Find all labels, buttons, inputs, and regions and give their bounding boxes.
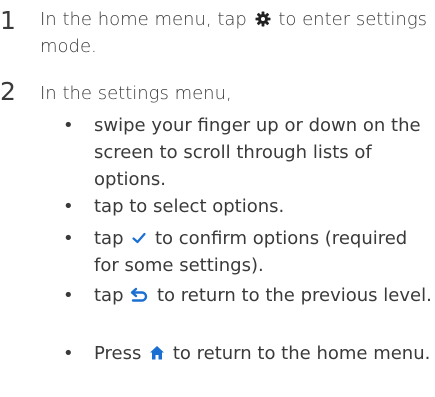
step-number: 2 [0, 77, 16, 106]
bullet-symbol: • [63, 115, 74, 136]
gear-icon [254, 10, 272, 28]
bullet-symbol: • [63, 196, 74, 217]
list-item: Press to return to the home menu. [94, 343, 431, 364]
back-arrow-icon [130, 286, 150, 304]
list-item: tap to confirm options (required for som… [94, 228, 408, 276]
bullet-symbol: • [63, 285, 74, 306]
step-1-text: In the home menu, tap to enter settings … [40, 9, 427, 57]
list-item: tap to return to the previous level. [94, 285, 432, 306]
step-2-intro: In the settings menu, [40, 83, 232, 104]
checkmark-icon [130, 229, 148, 247]
bullet-symbol: • [63, 228, 74, 249]
list-item: tap to select options. [94, 196, 285, 217]
home-icon [148, 344, 166, 362]
bullet-symbol: • [63, 343, 74, 364]
list-item: swipe your finger up or down on the scre… [94, 115, 421, 190]
step-number: 1 [0, 6, 16, 35]
